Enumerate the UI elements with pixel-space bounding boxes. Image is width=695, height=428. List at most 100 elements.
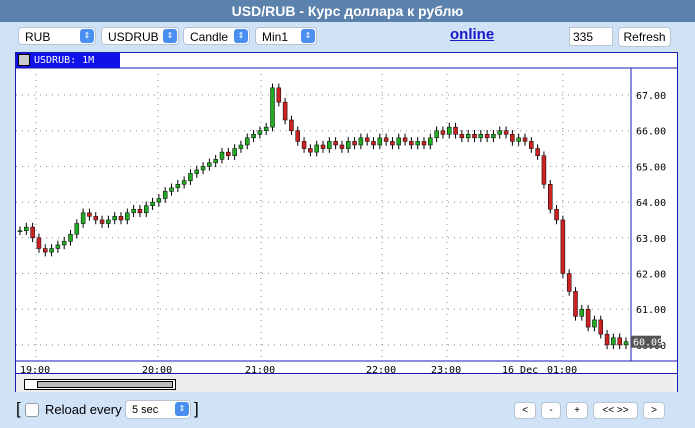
x-tick-label: 21:00 (245, 365, 275, 373)
zoom-in-button[interactable]: + (566, 402, 588, 419)
candle-body (169, 187, 174, 192)
reload-label: Reload every (45, 402, 122, 417)
candle-body (301, 141, 307, 149)
x-tick-label: 01:00 (547, 365, 577, 373)
reload-interval-select[interactable]: 5 sec ⇕ (125, 400, 191, 419)
candle-body (535, 148, 540, 156)
candle-body (238, 144, 244, 149)
candle-body (80, 212, 86, 224)
candle-body (137, 208, 143, 214)
chevron-updown-icon: ⇕ (301, 29, 315, 43)
y-tick-label: 61.00 (636, 305, 666, 316)
candle-body (541, 155, 547, 185)
y-tick-label: 64.00 (636, 198, 666, 209)
chart-type-select[interactable]: Candle ⇕ (183, 27, 250, 45)
y-tick-label: 67.00 (636, 91, 666, 102)
candle-body (548, 184, 553, 210)
candle-body (289, 119, 294, 131)
chevron-updown-icon: ⇕ (234, 29, 248, 43)
candle-body (371, 141, 376, 146)
y-tick-label: 66.00 (636, 127, 666, 138)
candle-body (125, 212, 130, 221)
candle-body (554, 208, 559, 221)
candle-body (106, 219, 111, 224)
candle-body (611, 337, 616, 346)
candle-body (453, 126, 458, 135)
candle-body (263, 126, 269, 131)
interval-select[interactable]: Min1 ⇕ (255, 27, 317, 45)
candle-body (428, 137, 433, 146)
symbol-value: USDRUB (108, 30, 159, 44)
candle-body (175, 184, 181, 189)
candle-body (573, 291, 578, 317)
refresh-button[interactable]: Refresh (618, 27, 671, 47)
symbol-select[interactable]: USDRUB ⇕ (101, 27, 179, 45)
candle-body (251, 134, 256, 139)
candle-body (131, 208, 136, 214)
candle-body (295, 130, 300, 142)
nav-next-button[interactable]: > (643, 402, 665, 419)
x-tick-label: 16 Dec (502, 365, 538, 373)
candle-body (364, 137, 370, 142)
chart-panel: USDRUB: 1M 67.00 66.00 65.00 64.00 63.00 62.0… (15, 52, 678, 392)
candle-body (194, 169, 199, 174)
candle-body (144, 205, 149, 214)
candle-body (87, 212, 92, 217)
candle-body (592, 319, 597, 328)
candle-body (99, 219, 105, 224)
y-tick-label: 62.00 (636, 270, 666, 281)
candle-body (339, 144, 345, 149)
candle-body (68, 233, 73, 242)
candle-body (36, 237, 42, 249)
candle-body (308, 148, 313, 153)
candle-body (522, 137, 528, 142)
candle-body (181, 180, 187, 185)
candle-body (383, 137, 389, 142)
chart-type-value: Candle (190, 30, 229, 44)
candle-body (30, 226, 35, 239)
chart-scrollbar[interactable] (16, 373, 677, 392)
candle-body (213, 159, 218, 164)
currency-select[interactable]: RUB ⇕ (18, 27, 96, 45)
x-tick-label: 19:00 (20, 365, 50, 373)
candle-body (207, 162, 212, 167)
candle-body (358, 137, 364, 146)
candle-body (421, 141, 427, 146)
currency-value: RUB (25, 30, 51, 44)
nav-prev-button[interactable]: < (514, 402, 536, 419)
candle-body (200, 166, 206, 171)
candle-body (510, 134, 515, 142)
candle-body (232, 148, 237, 156)
chevron-updown-icon: ⇕ (163, 29, 177, 43)
candle-body (497, 130, 502, 135)
candle-body (346, 141, 351, 149)
x-tick-label: 22:00 (366, 365, 396, 373)
reload-interval-value: 5 sec (132, 404, 159, 416)
candle-body (257, 130, 263, 135)
candle-body (245, 137, 250, 146)
reload-checkbox[interactable] (25, 403, 39, 417)
chevron-updown-icon: ⇕ (175, 402, 189, 416)
fit-button[interactable]: << >> (593, 402, 638, 419)
candle-body (390, 141, 395, 146)
candle-body (333, 141, 338, 146)
online-link[interactable]: online (450, 26, 494, 43)
x-tick-label: 20:00 (142, 365, 172, 373)
bracket-close: ] (194, 399, 199, 418)
candle-body (282, 101, 288, 121)
candle-body (74, 223, 80, 235)
y-tick-label: 65.00 (636, 162, 666, 173)
candle-body (43, 248, 48, 253)
candle-body (478, 134, 484, 139)
zoom-out-button[interactable]: - (541, 402, 561, 419)
candle-body (415, 141, 420, 146)
candle-body (623, 341, 629, 346)
candle-body (327, 141, 332, 149)
y-tick-label: 63.00 (636, 234, 666, 245)
count-input[interactable]: 335 (569, 27, 613, 46)
scrollbar-thumb[interactable] (24, 379, 176, 390)
candle-body (579, 308, 585, 317)
candle-body (320, 144, 326, 149)
candle-body (377, 137, 383, 146)
candle-body (560, 219, 566, 274)
